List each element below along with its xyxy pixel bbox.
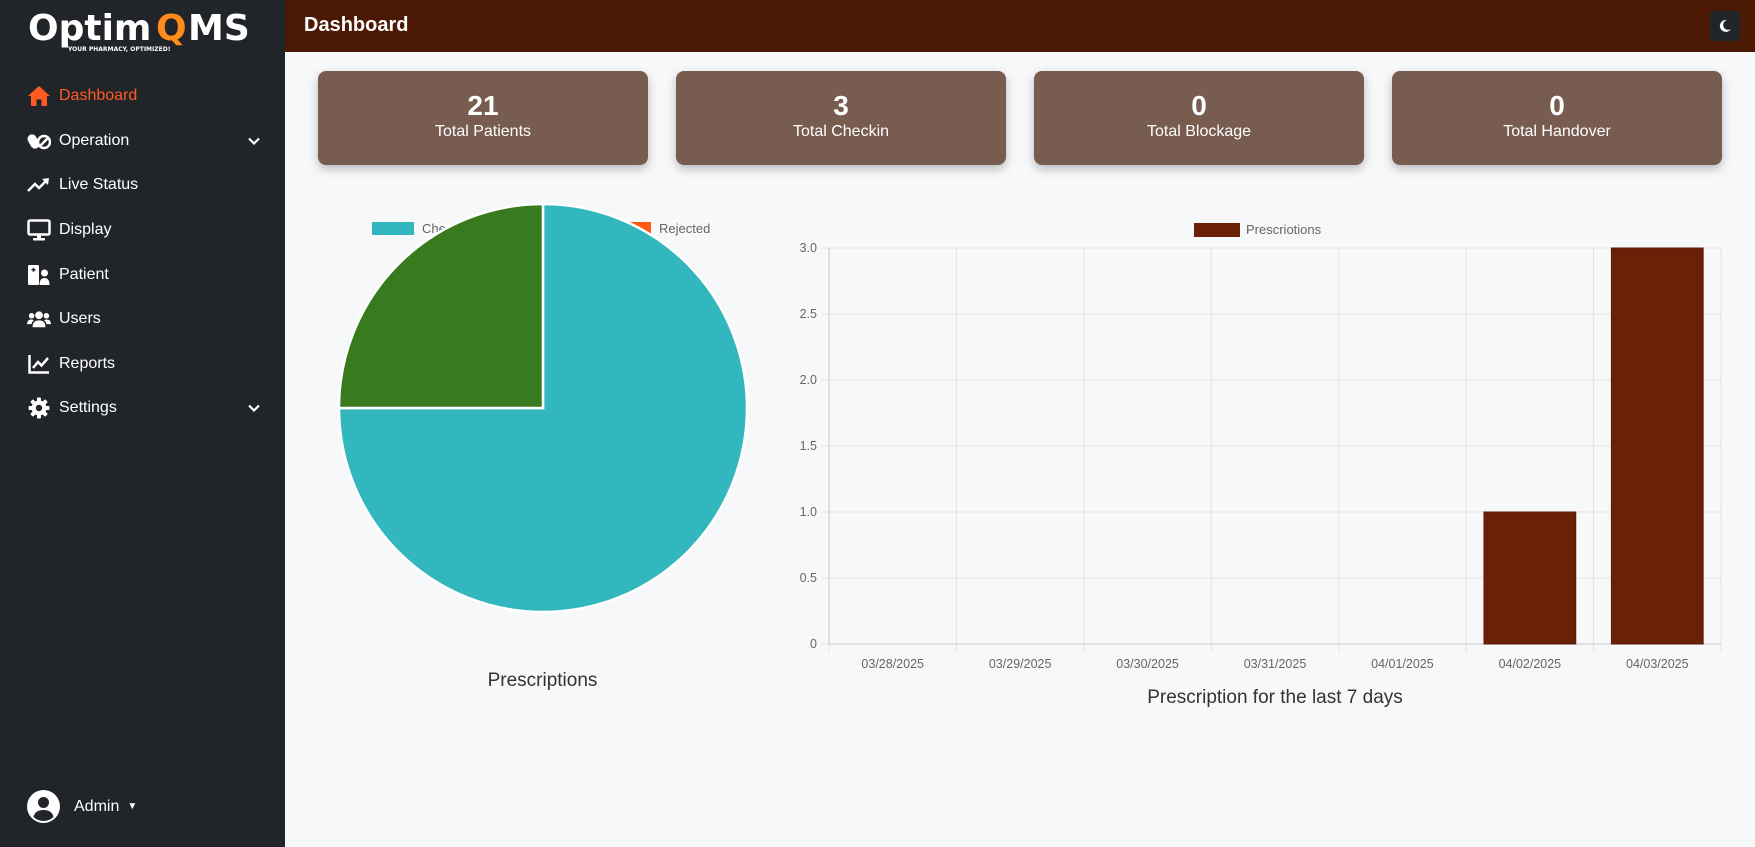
user-menu[interactable]: Admin ▼ [27,790,137,823]
sidebar-item-label: Patient [59,265,109,283]
home-icon [27,84,51,108]
pie-slice-handover[interactable] [337,202,545,410]
svg-text:YOUR PHARMACY, OPTIMIZED!: YOUR PHARMACY, OPTIMIZED! [67,46,170,53]
legend-swatch [1194,223,1240,237]
x-tick-label: 03/30/2025 [1116,657,1179,671]
x-tick-label: 04/03/2025 [1626,657,1689,671]
monitor-icon [27,218,51,242]
chevron-down-icon [248,405,260,413]
y-tick-label: 0.5 [800,571,817,585]
pie-chart: CheckinHandoverRejected [337,202,749,614]
legend-label: Rejected [659,221,710,236]
stat-card-total-blockage: 0 Total Blockage [1034,71,1364,165]
stat-label: Total Checkin [792,123,890,140]
stat-label: Total Patients [434,123,532,140]
legend-swatch [372,222,414,235]
patient-icon [27,263,51,287]
gear-icon [27,396,51,420]
pills-icon [27,129,51,153]
sidebar-item-users[interactable]: Users [0,297,285,342]
sidebar: Optim Q MS YOUR PHARMACY, OPTIMIZED! Das… [0,0,285,847]
page-title: Dashboard [304,14,409,36]
stat-card-total-handover: 0 Total Handover [1392,71,1722,165]
x-tick-label: 03/31/2025 [1244,657,1307,671]
moon-icon [1719,19,1731,32]
y-tick-label: 1.5 [800,439,817,453]
sidebar-item-label: Users [59,310,101,328]
trend-up-icon [27,173,51,197]
y-tick-label: 2.0 [800,373,817,387]
bar-chart-title: Prescription for the last 7 days [1147,687,1403,708]
theme-toggle-button[interactable] [1710,11,1740,41]
sidebar-item-label: Dashboard [59,87,138,105]
x-tick-label: 03/28/2025 [861,657,924,671]
sidebar-item-live-status[interactable]: Live Status [0,163,285,208]
x-tick-label: 04/01/2025 [1371,657,1434,671]
sidebar-item-reports[interactable]: Reports [0,342,285,387]
x-tick-label: 04/02/2025 [1499,657,1562,671]
pie-chart-title: Prescriptions [487,670,598,691]
y-tick-label: 1.0 [800,505,817,519]
user-circle-icon [27,790,60,823]
svg-text:Q: Q [156,8,187,49]
y-tick-label: 0 [810,637,817,651]
y-tick-label: 2.5 [800,307,817,321]
sidebar-item-settings[interactable]: Settings [0,386,285,431]
sidebar-nav: Dashboard Operation Live Status Display [0,74,285,431]
y-tick-label: 3.0 [800,241,817,255]
sidebar-item-label: Display [59,221,112,239]
bar-04/03/2025[interactable] [1610,247,1704,645]
chevron-down-icon [248,137,260,145]
x-tick-label: 03/29/2025 [989,657,1052,671]
sidebar-item-operation[interactable]: Operation [0,119,285,164]
sidebar-item-label: Operation [59,131,130,149]
caret-down-icon: ▼ [127,801,138,812]
stat-value: 0 [1191,90,1207,121]
stat-label: Total Handover [1503,123,1611,140]
sidebar-item-label: Live Status [59,176,139,194]
sidebar-item-patient[interactable]: Patient [0,252,285,297]
sidebar-item-label: Reports [59,354,116,372]
svg-text:MS: MS [188,8,250,49]
app-logo[interactable]: Optim Q MS YOUR PHARMACY, OPTIMIZED! [28,8,268,54]
users-icon [27,307,51,331]
sidebar-item-dashboard[interactable]: Dashboard [0,74,285,119]
sidebar-item-display[interactable]: Display [0,208,285,253]
stat-card-total-patients: 21 Total Patients [318,71,648,165]
sidebar-item-label: Settings [59,399,117,417]
stat-value: 3 [833,90,849,121]
stat-value: 0 [1549,90,1565,121]
legend-label: Prescriotions [1246,222,1322,237]
stat-card-total-checkin: 3 Total Checkin [676,71,1006,165]
topbar: Dashboard [285,0,1755,52]
legend-item-prescriotions[interactable]: Prescriotions [1194,222,1322,237]
bar-chart: Prescriotions 0 0.5 1.0 1.5 2.0 2.5 3.0 03/28/20… [800,222,1722,671]
stat-value: 21 [467,90,499,121]
bar-04/02/2025[interactable] [1483,511,1577,645]
svg-text:Optim: Optim [28,8,151,49]
stat-label: Total Blockage [1146,123,1252,140]
user-name: Admin [74,797,120,815]
chart-line-icon [27,352,51,376]
